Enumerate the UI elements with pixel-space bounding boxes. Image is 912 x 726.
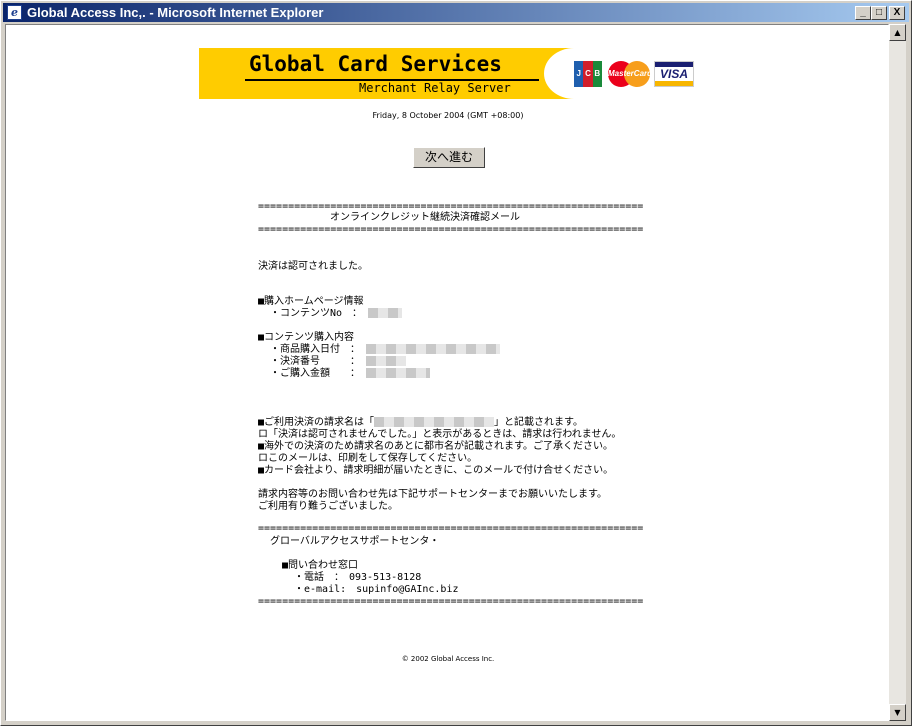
scroll-down-button[interactable]: ▼	[889, 704, 906, 721]
redacted-content-no	[368, 308, 403, 318]
note-overseas: ■海外での決済のため請求名のあとに都市名が記載されます。ご了承ください。	[258, 441, 614, 452]
section-homepage-info: ■購入ホームページ情報	[258, 296, 364, 307]
note-statement: ■カード会社より、請求明細が届いたときに、このメールで付け合せください。	[258, 465, 614, 476]
close-button[interactable]: X	[889, 6, 905, 20]
support-center-title: グローバルアクセスサポートセンタ・	[270, 536, 440, 547]
mail-heading: オンラインクレジット継続決済確認メール	[330, 212, 520, 223]
billing-name-note: ■ご利用決済の請求名は「	[258, 417, 375, 428]
browser-window: e Global Access Inc,. - Microsoft Intern…	[0, 0, 912, 726]
next-button[interactable]: 次へ進む	[413, 147, 485, 168]
note-not-approved: ロ「決済は認可されませんでした。」と表示があるときは、請求は行われません。	[258, 429, 622, 440]
inquiry-text: 請求内容等のお問い合わせ先は下記サポートセンターまでお願いいたします。	[258, 489, 607, 500]
minimize-button[interactable]: _	[855, 6, 871, 20]
page-content: Global Card Services Merchant Relay Serv…	[5, 24, 889, 721]
separator: ========================================…	[258, 224, 644, 235]
site-subtitle: Merchant Relay Server	[359, 81, 511, 95]
current-date: Friday, 8 October 2004 (GMT +08:00)	[372, 111, 524, 120]
content-no-label: ・コンテンツNo ：	[270, 308, 363, 319]
title-bar[interactable]: e Global Access Inc,. - Microsoft Intern…	[3, 3, 909, 22]
contact-title: ■問い合わせ窓口	[282, 560, 359, 571]
approval-message: 決済は認可されました。	[258, 261, 368, 272]
contact-phone: ・電話 ： 093-513-8128	[294, 572, 422, 583]
redacted-billing-name	[374, 417, 495, 427]
maximize-button[interactable]: □	[871, 6, 887, 20]
amount-label: ・ご購入金額 ：	[270, 368, 360, 379]
separator: ========================================…	[258, 596, 644, 607]
visa-logo: VISA	[654, 61, 694, 87]
redacted-payment-number	[366, 356, 407, 366]
redacted-amount	[366, 368, 431, 378]
scroll-up-button[interactable]: ▲	[889, 24, 906, 41]
mastercard-logo: MasterCard	[608, 61, 652, 87]
copyright: © 2002 Global Access Inc.	[401, 655, 495, 663]
site-name: Global Card Services	[249, 52, 502, 76]
purchase-date-label: ・商品購入日付 ：	[270, 344, 360, 355]
contact-email[interactable]: ・e-mail: supinfo@GAInc.biz	[294, 584, 459, 596]
separator: ========================================…	[258, 523, 644, 534]
note-print: ロこのメールは、印刷をして保存してください。	[258, 453, 478, 464]
payment-number-label: ・決済番号 ：	[270, 356, 360, 367]
vertical-scrollbar[interactable]: ▲ ▼	[889, 24, 906, 721]
redacted-purchase-date	[366, 344, 501, 354]
window-title: Global Access Inc,. - Microsoft Internet…	[27, 5, 324, 20]
ie-icon: e	[7, 5, 22, 20]
thanks-text: ご利用有り難うございました。	[258, 501, 398, 512]
section-purchase: ■コンテンツ購入内容	[258, 332, 355, 343]
header-banner: Global Card Services Merchant Relay Serv…	[199, 48, 694, 99]
jcb-logo: J C B	[574, 61, 602, 87]
